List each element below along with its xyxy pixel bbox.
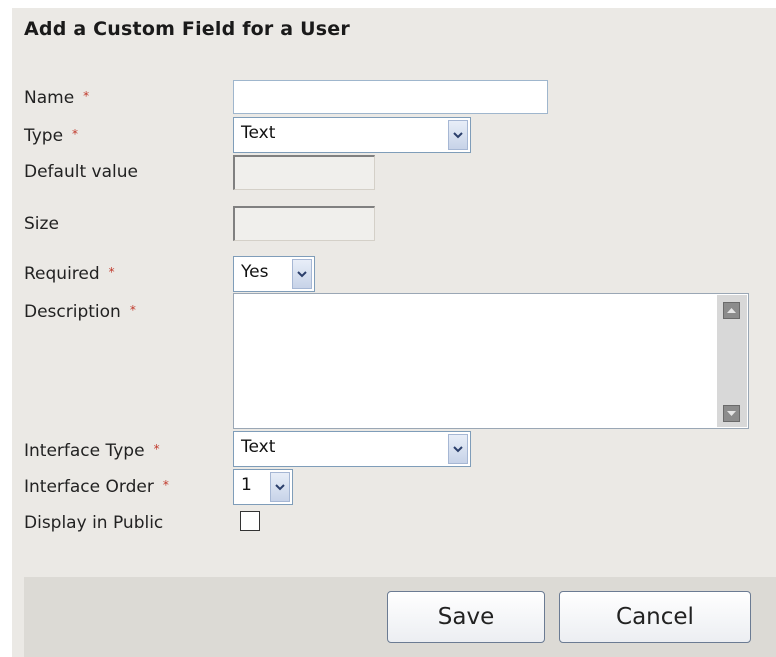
type-select[interactable]: Text (233, 117, 471, 153)
interface-type-label-text: Interface Type (24, 441, 145, 461)
type-select-value: Text (241, 123, 276, 143)
save-button[interactable]: Save (387, 591, 545, 643)
required-marker: * (129, 303, 136, 317)
scroll-up-icon[interactable] (723, 302, 740, 319)
size-label-text: Size (24, 214, 59, 234)
name-label-text: Name (24, 88, 75, 108)
page-title: Add a Custom Field for a User (24, 18, 350, 40)
required-label: Required * (24, 264, 115, 284)
display-in-public-label-text: Display in Public (24, 513, 164, 533)
chevron-down-icon[interactable] (448, 434, 468, 464)
required-select-value: Yes (241, 262, 269, 282)
default-value-input (233, 155, 375, 190)
display-in-public-checkbox[interactable] (240, 511, 260, 531)
required-marker: * (83, 89, 90, 103)
description-scrollbar[interactable] (717, 295, 747, 427)
description-textarea[interactable] (233, 293, 749, 429)
type-label-text: Type (24, 126, 64, 146)
interface-type-label: Interface Type * (24, 441, 160, 461)
interface-type-select-value: Text (241, 437, 276, 457)
required-marker: * (108, 265, 115, 279)
required-select[interactable]: Yes (233, 256, 315, 292)
chevron-down-icon[interactable] (270, 472, 290, 502)
chevron-down-icon[interactable] (448, 120, 468, 150)
default-value-label: Default value (24, 162, 138, 182)
interface-order-select[interactable]: 1 (233, 469, 293, 505)
type-label: Type * (24, 126, 78, 146)
name-label: Name * (24, 88, 89, 108)
cancel-button[interactable]: Cancel (559, 591, 751, 643)
description-label: Description * (24, 302, 136, 322)
scroll-down-icon[interactable] (723, 405, 740, 422)
required-marker: * (162, 478, 169, 492)
default-value-label-text: Default value (24, 162, 138, 182)
size-input (233, 206, 375, 241)
interface-order-select-value: 1 (241, 475, 252, 495)
size-label: Size (24, 214, 59, 234)
interface-order-label: Interface Order * (24, 477, 169, 497)
interface-type-select[interactable]: Text (233, 431, 471, 467)
required-marker: * (153, 442, 160, 456)
display-in-public-label: Display in Public (24, 513, 163, 533)
interface-order-label-text: Interface Order (24, 477, 154, 497)
description-label-text: Description (24, 302, 121, 322)
name-input[interactable] (233, 80, 548, 114)
required-marker: * (72, 127, 79, 141)
required-label-text: Required (24, 264, 100, 284)
chevron-down-icon[interactable] (292, 259, 312, 289)
